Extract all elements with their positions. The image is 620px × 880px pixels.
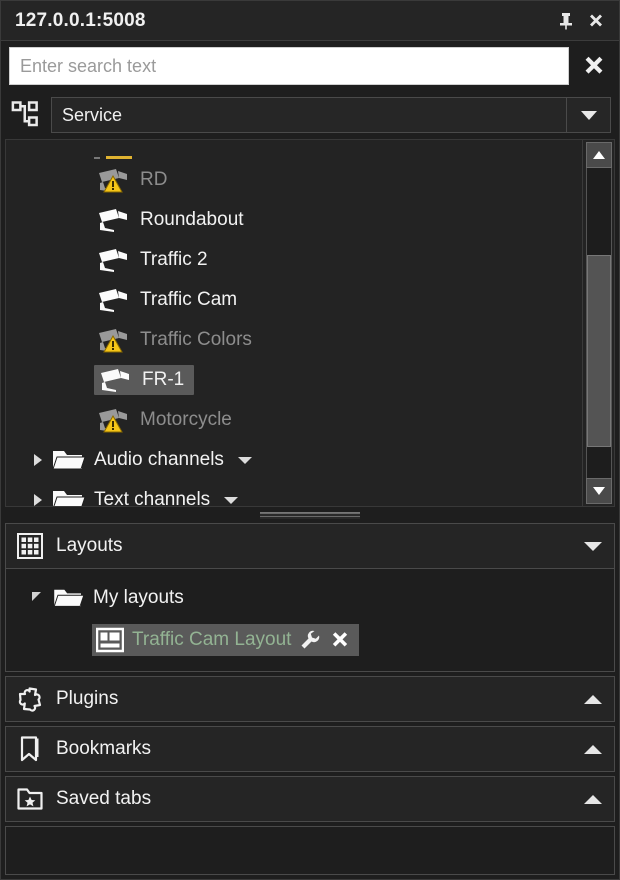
chevron-up-icon[interactable]: [584, 695, 602, 704]
tree-item-camera[interactable]: Traffic 2: [6, 240, 582, 280]
tree-folder-label: Audio channels: [94, 449, 224, 471]
search-box[interactable]: [9, 47, 569, 85]
tree-item-camera[interactable]: Traffic Cam: [6, 280, 582, 320]
service-dropdown-value: Service: [52, 105, 566, 126]
pin-icon[interactable]: [551, 6, 581, 36]
chevron-up-icon[interactable]: [584, 745, 602, 754]
puzzle-icon: [16, 685, 44, 713]
grid-icon: [16, 532, 44, 560]
page-title: 127.0.0.1:5008: [15, 10, 551, 32]
section-label: Saved tabs: [56, 788, 584, 810]
camera-icon: [94, 207, 132, 233]
scrollbar-thumb[interactable]: [587, 255, 611, 447]
tree-folder-text-channels[interactable]: Text channels: [6, 480, 582, 506]
search-row: [1, 41, 619, 91]
tree-item-camera[interactable]: Traffic Colors: [6, 320, 582, 360]
camera-icon: [96, 367, 134, 393]
tree-folder-label: Text channels: [94, 489, 210, 506]
layout-item[interactable]: Traffic Cam Layout: [6, 619, 614, 661]
close-icon[interactable]: [581, 6, 611, 36]
tree-item-label: RD: [140, 169, 167, 191]
section-label: Bookmarks: [56, 738, 584, 760]
section-header-plugins[interactable]: Plugins: [5, 676, 615, 722]
resource-panel: 127.0.0.1:5008: [0, 0, 620, 880]
folder-icon: [52, 447, 86, 473]
title-bar: 127.0.0.1:5008: [1, 1, 619, 41]
expand-arrow-icon[interactable]: [34, 494, 42, 506]
chevron-down-icon[interactable]: [224, 497, 238, 504]
expand-arrow-icon[interactable]: [34, 454, 42, 466]
folder-star-icon: [16, 785, 44, 813]
section-label: Plugins: [56, 688, 584, 710]
tree-item-camera-selected[interactable]: FR-1: [6, 360, 582, 400]
tree-item-label: Traffic Colors: [140, 329, 252, 351]
resource-tree-list[interactable]: RD Roundabout: [6, 140, 582, 506]
tree-item-partial[interactable]: [6, 140, 582, 160]
clear-search-icon[interactable]: [575, 47, 613, 85]
chevron-down-icon[interactable]: [584, 542, 602, 551]
folder-icon: [52, 487, 86, 506]
resource-selector-row: Service: [1, 91, 619, 139]
camera-icon: [94, 287, 132, 313]
service-dropdown[interactable]: Service: [51, 97, 611, 133]
chevron-down-icon[interactable]: [566, 98, 610, 132]
scroll-down-arrow[interactable]: [586, 478, 612, 504]
tree-item-label: Roundabout: [140, 209, 244, 231]
hierarchy-icon: [11, 100, 41, 130]
layout-panel-icon: [96, 627, 124, 653]
wrench-icon[interactable]: [299, 629, 321, 651]
close-x-icon[interactable]: [329, 629, 351, 651]
layouts-folder-my-layouts[interactable]: My layouts: [6, 577, 614, 619]
tree-folder-audio-channels[interactable]: Audio channels: [6, 440, 582, 480]
camera-icon: [94, 247, 132, 273]
chevron-down-icon[interactable]: [238, 457, 252, 464]
folder-icon: [53, 586, 85, 610]
resource-tree: RD Roundabout: [5, 139, 615, 507]
collapse-arrow-icon[interactable]: [32, 592, 41, 601]
layout-item-label: Traffic Cam Layout: [132, 629, 291, 651]
tree-item-camera[interactable]: Motorcycle: [6, 400, 582, 440]
tree-item-label: Motorcycle: [140, 409, 232, 431]
tree-item-camera[interactable]: Roundabout: [6, 200, 582, 240]
section-header-saved-tabs[interactable]: Saved tabs: [5, 776, 615, 822]
camera-icon: [94, 327, 132, 353]
tree-item-label: Traffic Cam: [140, 289, 237, 311]
camera-icon: [94, 167, 132, 193]
section-label: Layouts: [56, 535, 584, 557]
splitter-grip[interactable]: [260, 512, 360, 519]
layouts-folder-label: My layouts: [93, 587, 184, 609]
tree-scrollbar[interactable]: [582, 140, 614, 506]
layouts-body: My layouts Traffic Cam Layout: [5, 569, 615, 672]
tree-item-label: Traffic 2: [140, 249, 208, 271]
camera-icon: [94, 407, 132, 433]
tree-item-camera[interactable]: RD: [6, 160, 582, 200]
panel-splitter[interactable]: [1, 507, 619, 523]
search-input[interactable]: [20, 56, 558, 77]
chevron-up-icon[interactable]: [584, 795, 602, 804]
empty-panel: [5, 826, 615, 875]
scroll-up-arrow[interactable]: [586, 142, 612, 168]
bookmark-icon: [16, 735, 44, 763]
tree-item-label: FR-1: [142, 369, 184, 391]
scrollbar-track[interactable]: [586, 168, 612, 478]
section-header-bookmarks[interactable]: Bookmarks: [5, 726, 615, 772]
section-header-layouts[interactable]: Layouts: [5, 523, 615, 569]
